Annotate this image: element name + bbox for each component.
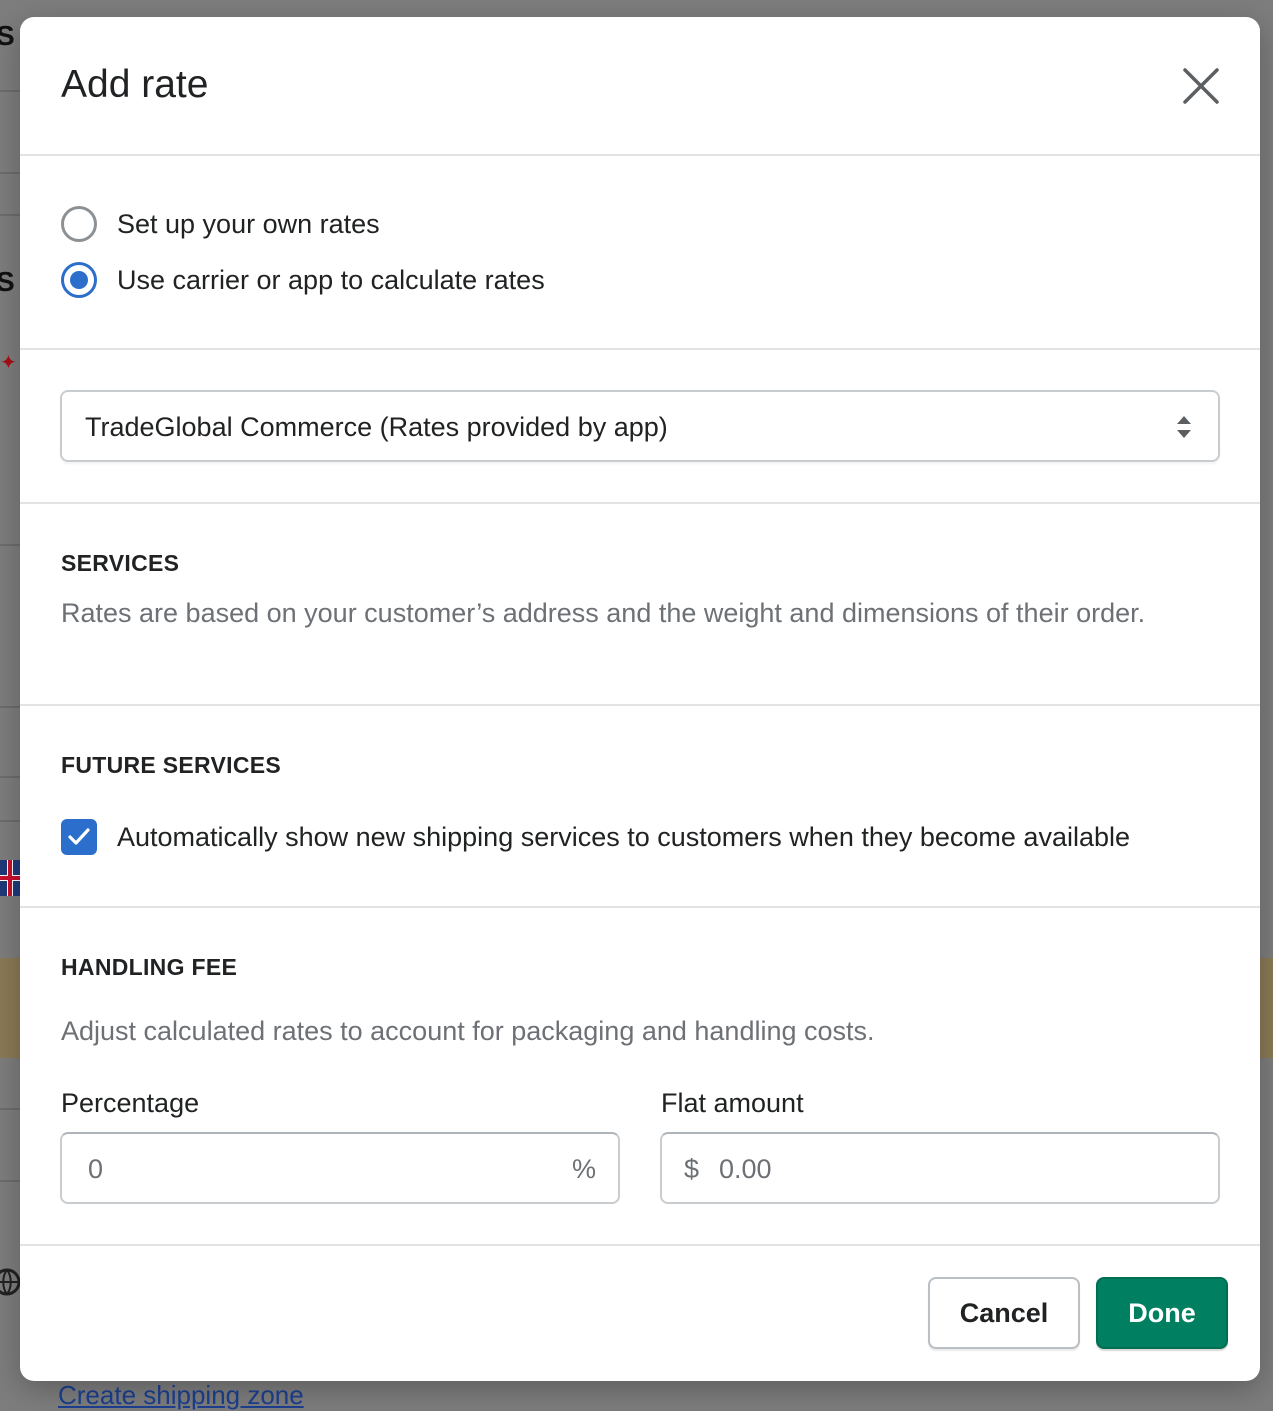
close-button[interactable] xyxy=(1180,65,1222,107)
uk-flag-icon xyxy=(0,860,20,896)
handling-fee-description: Adjust calculated rates to account for p… xyxy=(61,1016,875,1046)
carrier-section: TradeGlobal Commerce (Rates provided by … xyxy=(20,350,1260,504)
checkmark-icon xyxy=(68,828,90,845)
radio-carrier-rates[interactable]: Use carrier or app to calculate rates xyxy=(61,262,545,298)
carrier-select-value: TradeGlobal Commerce (Rates provided by … xyxy=(85,412,668,442)
background-divider xyxy=(0,544,20,546)
select-arrows-icon xyxy=(1177,416,1191,438)
background-divider xyxy=(0,172,20,174)
background-divider xyxy=(0,1108,20,1110)
dollar-prefix: $ xyxy=(684,1154,700,1184)
radio-label: Use carrier or app to calculate rates xyxy=(117,264,545,295)
flat-amount-input[interactable] xyxy=(717,1134,1201,1204)
close-icon xyxy=(1183,68,1219,104)
auto-show-label: Automatically show new shipping services… xyxy=(117,821,1131,852)
globe-icon xyxy=(0,1264,22,1300)
background-divider xyxy=(0,214,20,216)
background-heading-fragment: S xyxy=(0,266,15,297)
background-divider xyxy=(0,706,20,708)
done-button[interactable]: Done xyxy=(1096,1277,1228,1349)
services-heading: SERVICES xyxy=(61,550,180,576)
background-banner xyxy=(1260,958,1273,1058)
future-services-section: FUTURE SERVICES Automatically show new s… xyxy=(20,706,1260,908)
background-divider xyxy=(0,90,20,92)
handling-fee-section: HANDLING FEE Adjust calculated rates to … xyxy=(20,908,1260,1246)
percentage-label: Percentage xyxy=(61,1088,200,1118)
percentage-input[interactable] xyxy=(86,1134,550,1204)
modal-header: Add rate xyxy=(20,17,1260,156)
services-description: Rates are based on your customer’s addre… xyxy=(61,598,1146,628)
canada-flag-icon: ✦ xyxy=(0,352,17,374)
future-services-heading: FUTURE SERVICES xyxy=(61,752,282,778)
background-divider xyxy=(0,776,20,778)
background-divider xyxy=(0,820,20,822)
cancel-button[interactable]: Cancel xyxy=(928,1277,1080,1349)
carrier-select[interactable]: TradeGlobal Commerce (Rates provided by … xyxy=(60,390,1220,462)
auto-show-checkbox[interactable] xyxy=(61,819,97,855)
background-divider xyxy=(0,1180,20,1182)
modal-title: Add rate xyxy=(61,63,209,106)
background-heading-fragment: S xyxy=(0,20,15,51)
percentage-field: % xyxy=(60,1132,620,1204)
radio-button-selected[interactable] xyxy=(61,262,97,298)
services-section: SERVICES Rates are based on your custome… xyxy=(20,504,1260,706)
auto-show-services-option[interactable]: Automatically show new shipping services… xyxy=(61,819,1130,855)
background-banner xyxy=(0,958,20,1058)
radio-button[interactable] xyxy=(61,206,97,242)
flat-amount-label: Flat amount xyxy=(661,1088,804,1118)
rate-type-section: Set up your own rates Use carrier or app… xyxy=(20,156,1260,350)
percent-suffix: % xyxy=(571,1154,596,1184)
radio-label: Set up your own rates xyxy=(117,208,380,239)
handling-fee-heading: HANDLING FEE xyxy=(61,954,238,980)
add-rate-modal: Add rate Set up your own rates Use carri… xyxy=(20,17,1260,1381)
flat-amount-field: $ xyxy=(660,1132,1220,1204)
radio-own-rates[interactable]: Set up your own rates xyxy=(61,206,380,242)
